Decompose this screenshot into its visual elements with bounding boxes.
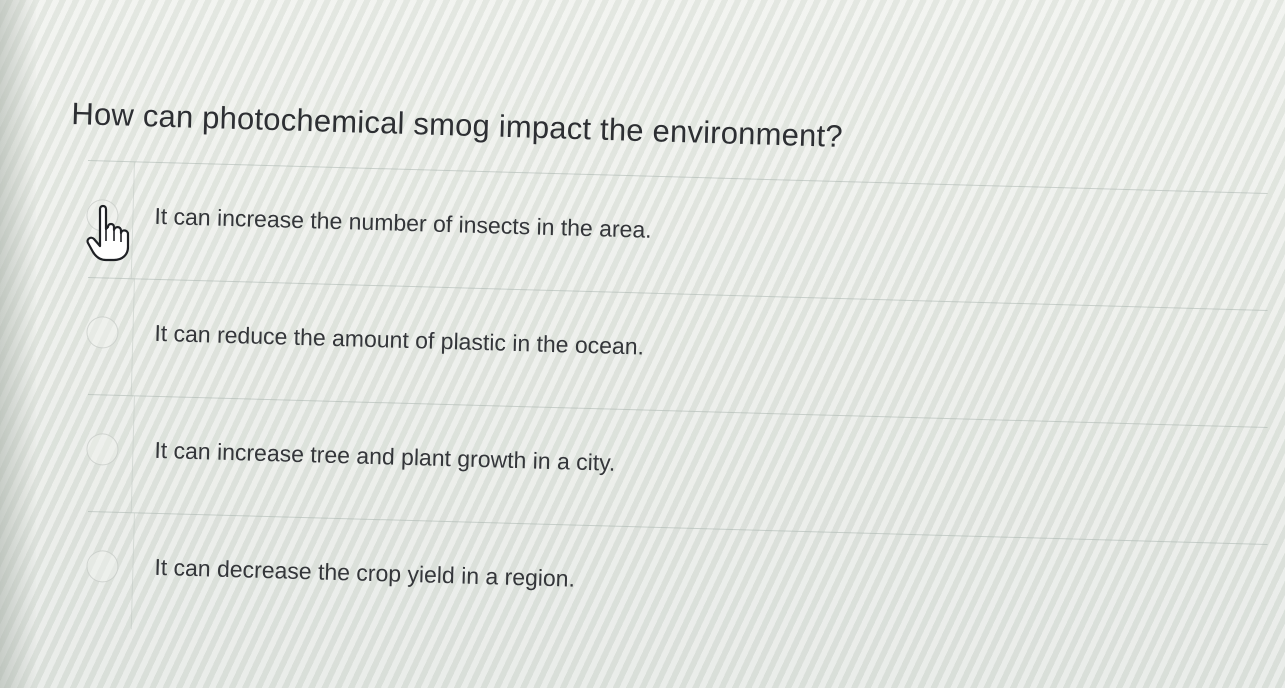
option-divider bbox=[130, 279, 135, 396]
answer-option-3-label: It can increase tree and plant growth in… bbox=[154, 436, 616, 476]
answer-option-2-radio[interactable] bbox=[86, 315, 119, 349]
answer-option-3-radio[interactable] bbox=[86, 432, 119, 466]
quiz-screen: How can photochemical smog impact the en… bbox=[0, 0, 1285, 688]
answer-option-4-radio[interactable] bbox=[86, 549, 119, 583]
option-divider bbox=[130, 513, 135, 630]
answer-option-2-label: It can reduce the amount of plastic in t… bbox=[154, 319, 645, 360]
option-divider bbox=[130, 396, 135, 513]
answer-option-1-label: It can increase the number of insects in… bbox=[154, 202, 652, 243]
hand-pointer-icon bbox=[86, 204, 130, 262]
answer-option-4-label: It can decrease the crop yield in a regi… bbox=[154, 553, 576, 592]
screen-edge bbox=[0, 0, 36, 688]
question-text: How can photochemical smog impact the en… bbox=[70, 96, 844, 154]
answer-options: It can increase the number of insects in… bbox=[84, 160, 1268, 661]
